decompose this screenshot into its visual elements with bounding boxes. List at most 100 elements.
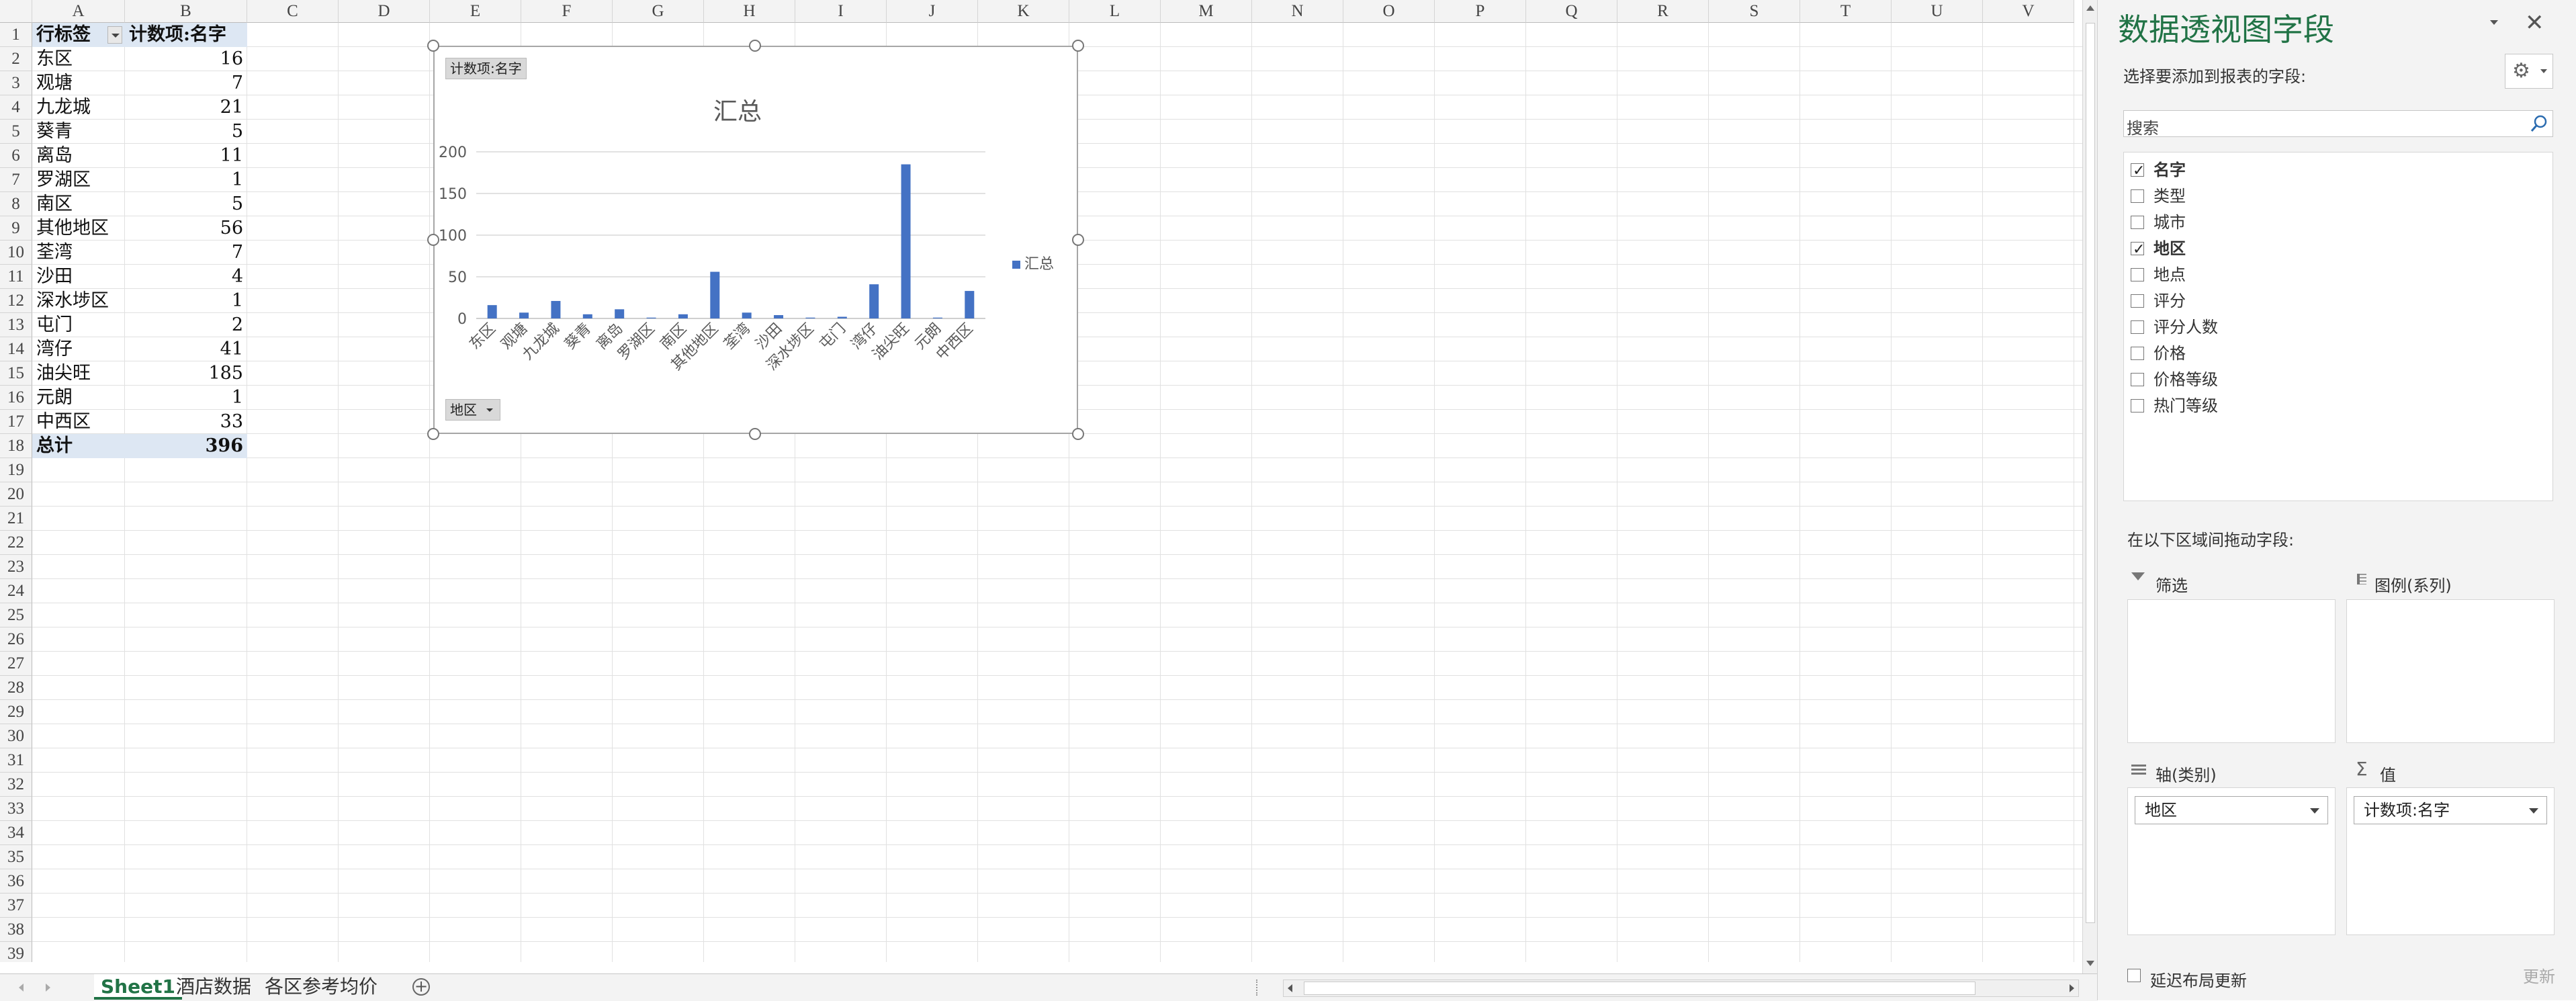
- row-header[interactable]: 8: [0, 192, 32, 216]
- pivot-row-label[interactable]: 九龙城: [32, 95, 125, 120]
- pivot-row-value[interactable]: 1: [125, 386, 247, 410]
- axis-field-dropdown[interactable]: 地区: [2135, 796, 2328, 824]
- column-header[interactable]: C: [247, 0, 339, 23]
- row-header[interactable]: 3: [0, 71, 32, 95]
- pivot-total-label[interactable]: 总计: [32, 434, 125, 458]
- pivot-row-value[interactable]: 56: [125, 216, 247, 241]
- pivot-row-label[interactable]: 罗湖区: [32, 168, 125, 192]
- pivot-row-label[interactable]: 葵青: [32, 120, 125, 144]
- pivot-row-label[interactable]: 湾仔: [32, 337, 125, 361]
- pivot-row-value[interactable]: 185: [125, 361, 247, 386]
- row-header[interactable]: 10: [0, 241, 32, 265]
- pivot-row-label[interactable]: 荃湾: [32, 241, 125, 265]
- row-header[interactable]: 26: [0, 627, 32, 652]
- row-header[interactable]: 4: [0, 95, 32, 120]
- row-header[interactable]: 39: [0, 942, 32, 962]
- row-header[interactable]: 16: [0, 386, 32, 410]
- column-header[interactable]: P: [1435, 0, 1526, 23]
- row-header[interactable]: 9: [0, 216, 32, 241]
- pivot-row-label[interactable]: 离岛: [32, 144, 125, 168]
- scroll-right-icon[interactable]: [2070, 984, 2074, 992]
- pivot-row-value[interactable]: 21: [125, 95, 247, 120]
- chart-resize-handle-tl[interactable]: [427, 40, 439, 52]
- pivot-row-value[interactable]: 1: [125, 289, 247, 313]
- pivot-row-label[interactable]: 元朗: [32, 386, 125, 410]
- gear-icon[interactable]: ⚙: [2505, 54, 2553, 89]
- select-all-corner[interactable]: [0, 0, 32, 23]
- field-checkbox[interactable]: [2131, 347, 2144, 360]
- row-header[interactable]: 14: [0, 337, 32, 361]
- column-header[interactable]: V: [1983, 0, 2074, 23]
- field-checkbox[interactable]: [2131, 216, 2144, 229]
- column-header[interactable]: S: [1709, 0, 1800, 23]
- field-search-input[interactable]: 搜索: [2123, 110, 2553, 138]
- row-header[interactable]: 29: [0, 700, 32, 724]
- row-header[interactable]: 31: [0, 748, 32, 773]
- pivot-value-header[interactable]: 计数项:名字: [125, 23, 247, 47]
- tab-scroll-left-icon[interactable]: [19, 984, 24, 992]
- pivot-row-label[interactable]: 南区: [32, 192, 125, 216]
- field-checkbox[interactable]: [2131, 159, 2145, 183]
- row-header[interactable]: 32: [0, 773, 32, 797]
- column-header[interactable]: O: [1343, 0, 1435, 23]
- axis-zone[interactable]: 地区: [2127, 787, 2336, 935]
- search-icon[interactable]: [2530, 114, 2548, 133]
- row-header[interactable]: 21: [0, 507, 32, 531]
- field-checkbox[interactable]: [2131, 320, 2144, 334]
- column-header[interactable]: H: [704, 0, 795, 23]
- row-header[interactable]: 12: [0, 289, 32, 313]
- row-header[interactable]: 28: [0, 676, 32, 700]
- row-header[interactable]: 37: [0, 894, 32, 918]
- scroll-down-icon[interactable]: [2086, 961, 2094, 966]
- pane-options-chevron-icon[interactable]: [2490, 20, 2498, 25]
- add-sheet-icon[interactable]: +: [412, 978, 430, 996]
- row-header[interactable]: 33: [0, 797, 32, 821]
- column-header[interactable]: J: [887, 0, 978, 23]
- chart-resize-handle-tr[interactable]: [1072, 40, 1084, 52]
- pivot-chart[interactable]: 计数项:名字 地区 汇总 0 50 100 150 200 东区 观塘 九龙城 葵青 离岛 罗湖区 南区…: [433, 46, 1078, 434]
- pivot-row-label[interactable]: 沙田: [32, 265, 125, 289]
- column-header[interactable]: N: [1252, 0, 1343, 23]
- pivot-row-label[interactable]: 中西区: [32, 410, 125, 434]
- row-header[interactable]: 17: [0, 410, 32, 434]
- tab-district-prices[interactable]: 各区参考均价: [258, 974, 384, 1000]
- pivot-row-value[interactable]: 4: [125, 265, 247, 289]
- vertical-scroll-thumb[interactable]: [2086, 23, 2095, 923]
- tab-hotel-data[interactable]: 酒店数据: [169, 974, 258, 1000]
- field-checkbox[interactable]: [2131, 268, 2144, 281]
- row-header[interactable]: 36: [0, 869, 32, 894]
- row-header[interactable]: 34: [0, 821, 32, 845]
- values-field-dropdown[interactable]: 计数项:名字: [2354, 796, 2547, 824]
- row-header[interactable]: 5: [0, 120, 32, 144]
- field-checkbox[interactable]: [2131, 238, 2145, 262]
- row-label-filter-button[interactable]: [107, 26, 122, 44]
- column-header[interactable]: A: [32, 0, 125, 23]
- row-header[interactable]: 27: [0, 652, 32, 676]
- row-header[interactable]: 7: [0, 168, 32, 192]
- pivot-row-value[interactable]: 16: [125, 47, 247, 71]
- defer-update-checkbox[interactable]: [2127, 969, 2141, 982]
- chart-resize-handle-br[interactable]: [1072, 428, 1084, 440]
- horizontal-scrollbar[interactable]: [1283, 980, 2079, 997]
- tab-scroll-right-icon[interactable]: [46, 984, 50, 992]
- vertical-scrollbar[interactable]: [2082, 0, 2098, 975]
- scroll-up-icon[interactable]: [2086, 5, 2094, 11]
- split-handle-icon[interactable]: [1256, 980, 1260, 996]
- row-header[interactable]: 23: [0, 555, 32, 579]
- row-header[interactable]: 11: [0, 265, 32, 289]
- horizontal-scroll-thumb[interactable]: [1304, 982, 1975, 995]
- pivot-row-value[interactable]: 1: [125, 168, 247, 192]
- pivot-row-label[interactable]: 深水埗区: [32, 289, 125, 313]
- row-header[interactable]: 30: [0, 724, 32, 748]
- row-header[interactable]: 19: [0, 458, 32, 482]
- scroll-left-icon[interactable]: [1288, 984, 1292, 992]
- column-header[interactable]: U: [1892, 0, 1983, 23]
- row-header[interactable]: 20: [0, 482, 32, 507]
- pivot-row-value[interactable]: 11: [125, 144, 247, 168]
- column-header[interactable]: I: [795, 0, 887, 23]
- pivot-row-value[interactable]: 2: [125, 313, 247, 337]
- chart-resize-handle-tm[interactable]: [749, 40, 761, 52]
- row-header[interactable]: 2: [0, 47, 32, 71]
- pivot-row-value[interactable]: 7: [125, 241, 247, 265]
- chart-resize-handle-mr[interactable]: [1072, 234, 1084, 246]
